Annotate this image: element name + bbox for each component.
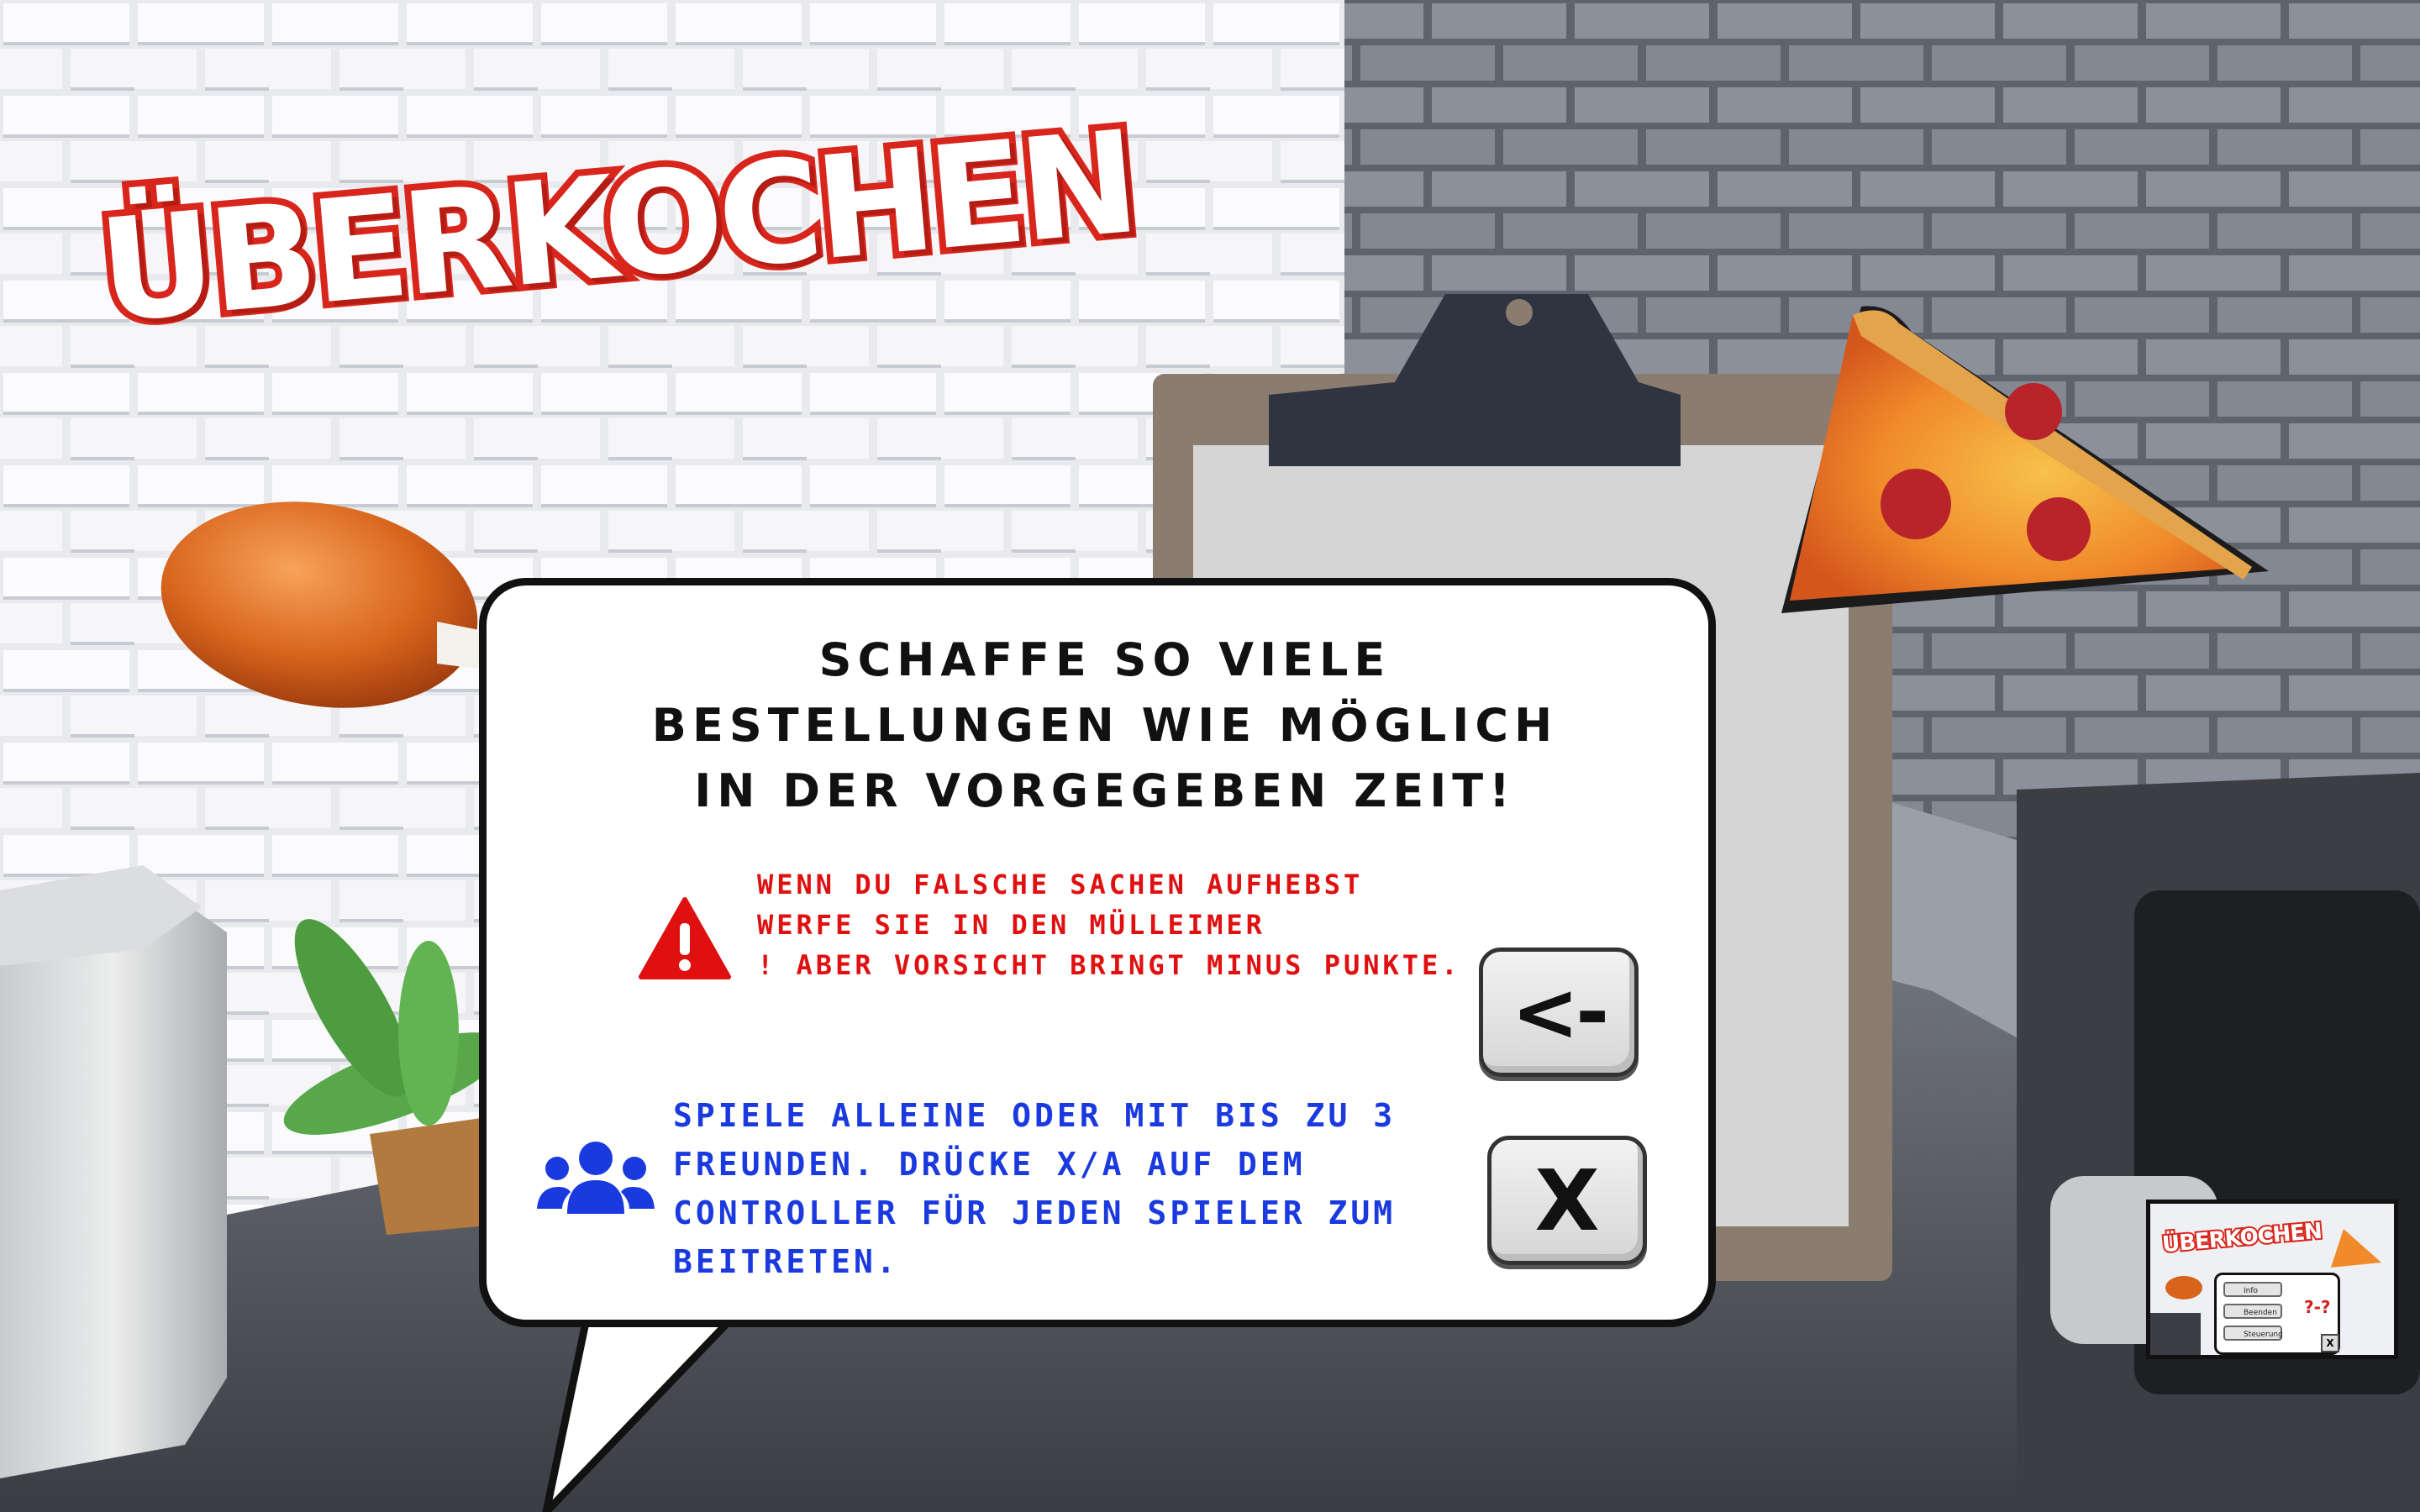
- close-button-label: X: [1534, 1151, 1600, 1250]
- warning-text-line-2: WERFE SIE IN DEN MÜLLEIMER: [757, 909, 1265, 941]
- screen-preview-thumbnail: ÜBERKOCHEN Info Beenden Steuerung ?-? X: [2146, 1200, 2398, 1359]
- thumbnail-close-icon: X: [2321, 1334, 2339, 1352]
- warning-text-line-1: WENN DU FALSCHE SACHEN AUFHEBST: [757, 869, 1364, 900]
- dialog-title-line-3: IN DER VORGEGEBEN ZEIT!: [694, 764, 1516, 817]
- close-button[interactable]: X: [1487, 1136, 1647, 1265]
- thumbnail-menu-item-info: Info: [2223, 1282, 2282, 1297]
- info-text-line-1: SPIELE ALLEINE ODER MIT BIS ZU 3: [673, 1097, 1397, 1134]
- info-text-line-3: CONTROLLER FÜR JEDEN SPIELER ZUM: [673, 1194, 1397, 1231]
- info-text-line-2: FREUNDEN. DRÜCKE X/A AUF DEM: [673, 1146, 1306, 1183]
- dialog-title-line-1: SCHAFFE SO VIELE: [818, 633, 1392, 686]
- info-text-line-4: BEITRETEN.: [673, 1243, 899, 1280]
- thumbnail-menu-item-controls: Steuerung: [2223, 1326, 2283, 1341]
- thumbnail-question-marks: ?-?: [2304, 1297, 2331, 1317]
- thumbnail-menu-item-quit: Beenden: [2223, 1304, 2282, 1319]
- dialog-title-line-2: BESTELLUNGEN WIE MÖGLICH: [651, 699, 1559, 752]
- warning-text-line-3: ! ABER VORSICHT BRINGT MINUS PUNKTE.: [757, 949, 1461, 981]
- thumbnail-menu-panel: Info Beenden Steuerung ?-? X: [2214, 1273, 2340, 1355]
- back-button-label: <-: [1511, 965, 1609, 1059]
- people-group-icon: [537, 1142, 655, 1214]
- warning-triangle-icon: [639, 897, 731, 979]
- back-button[interactable]: <-: [1479, 948, 1639, 1077]
